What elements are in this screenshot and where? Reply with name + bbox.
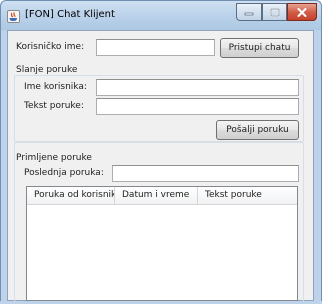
minimize-icon	[244, 12, 254, 16]
close-button[interactable]	[287, 3, 317, 21]
connect-button[interactable]: Pristupi chatu	[220, 38, 299, 58]
username-input[interactable]	[96, 39, 215, 56]
java-app-icon	[7, 10, 20, 23]
column-header-datetime[interactable]: Datum i vreme	[115, 187, 198, 205]
column-header-text[interactable]: Tekst poruke	[198, 187, 297, 205]
last-message-label: Poslednja poruka:	[24, 168, 104, 178]
maximize-button[interactable]	[262, 3, 287, 21]
title-bar[interactable]: [FON] Chat Klijent	[0, 0, 322, 30]
window-title: [FON] Chat Klijent	[25, 9, 115, 20]
username-label: Korisničko ime:	[16, 42, 85, 52]
messages-table[interactable]: Poruka od korisnika Datum i vreme Tekst …	[26, 186, 298, 301]
send-section-title: Slanje poruke	[16, 65, 78, 75]
message-label: Tekst poruke:	[24, 101, 84, 111]
send-button[interactable]: Pošalji poruku	[216, 120, 299, 140]
minimize-button[interactable]	[236, 3, 262, 21]
recipient-input[interactable]	[96, 79, 299, 96]
chat-client-window: [FON] Chat Klijent Korisničko ime: Prist…	[0, 0, 322, 304]
close-icon	[297, 7, 307, 17]
table-header: Poruka od korisnika Datum i vreme Tekst …	[27, 187, 297, 205]
recipient-label: Ime korisnika:	[24, 82, 87, 92]
window-frame-left	[0, 30, 7, 304]
window-frame-right	[314, 30, 322, 304]
column-header-sender[interactable]: Poruka od korisnika	[27, 187, 115, 205]
maximize-icon	[269, 7, 280, 17]
last-message-input[interactable]	[112, 165, 299, 182]
message-input[interactable]	[96, 98, 299, 115]
